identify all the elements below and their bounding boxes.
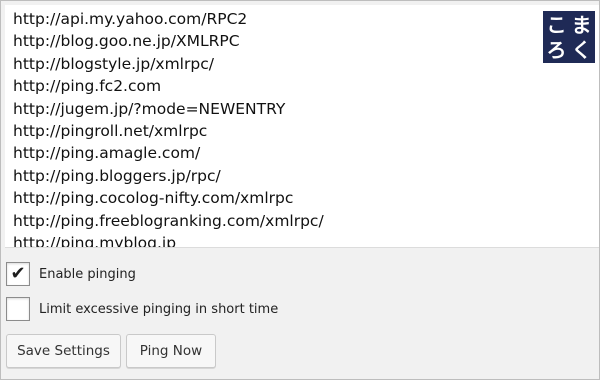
logo-char-ro: ろ — [545, 37, 568, 62]
ping-url-line: http://jugem.jp/?mode=NEWENTRY — [13, 99, 286, 118]
limit-pinging-row[interactable]: Limit excessive pinging in short time — [6, 297, 278, 321]
ping-url-line: http://blogstyle.jp/xmlrpc/ — [13, 54, 214, 73]
ping-url-line: http://pingroll.net/xmlrpc — [13, 122, 208, 141]
ping-url-line: http://api.my.yahoo.com/RPC2 — [13, 10, 248, 28]
ping-now-button[interactable]: Ping Now — [126, 334, 216, 368]
ping-settings-panel: http://api.my.yahoo.com/RPC2 http://blog.… — [0, 0, 600, 380]
ping-url-line: http://ping.freeblogranking.com/xmlrpc/ — [13, 211, 324, 230]
enable-pinging-checkbox[interactable]: ✔ — [6, 262, 30, 286]
logo-char-ma: ま — [570, 12, 593, 37]
ping-url-line: http://ping.myblog.jp — [13, 234, 177, 248]
checkmark-icon: ✔ — [10, 263, 26, 284]
enable-pinging-label: Enable pinging — [39, 266, 136, 282]
enable-pinging-row[interactable]: ✔ Enable pinging — [6, 262, 136, 286]
ping-url-line: http://ping.fc2.com — [13, 77, 162, 96]
ping-url-line: http://ping.cocolog-nifty.com/xmlrpc — [13, 189, 294, 208]
ping-url-line: http://ping.bloggers.jp/rpc/ — [13, 166, 221, 185]
limit-pinging-checkbox[interactable] — [6, 297, 30, 321]
save-settings-button[interactable]: Save Settings — [6, 334, 121, 368]
ping-url-list: http://api.my.yahoo.com/RPC2 http://blog.… — [13, 8, 324, 248]
ping-url-textarea[interactable]: http://api.my.yahoo.com/RPC2 http://blog.… — [5, 5, 599, 248]
ping-url-line: http://ping.amagle.com/ — [13, 144, 201, 163]
ping-url-line: http://blog.goo.ne.jp/XMLRPC — [13, 32, 240, 51]
komaroku-logo: こ ま ろ く — [543, 11, 595, 63]
limit-pinging-label: Limit excessive pinging in short time — [39, 301, 279, 317]
logo-char-ko: こ — [545, 12, 568, 37]
logo-char-ku: く — [570, 37, 593, 62]
